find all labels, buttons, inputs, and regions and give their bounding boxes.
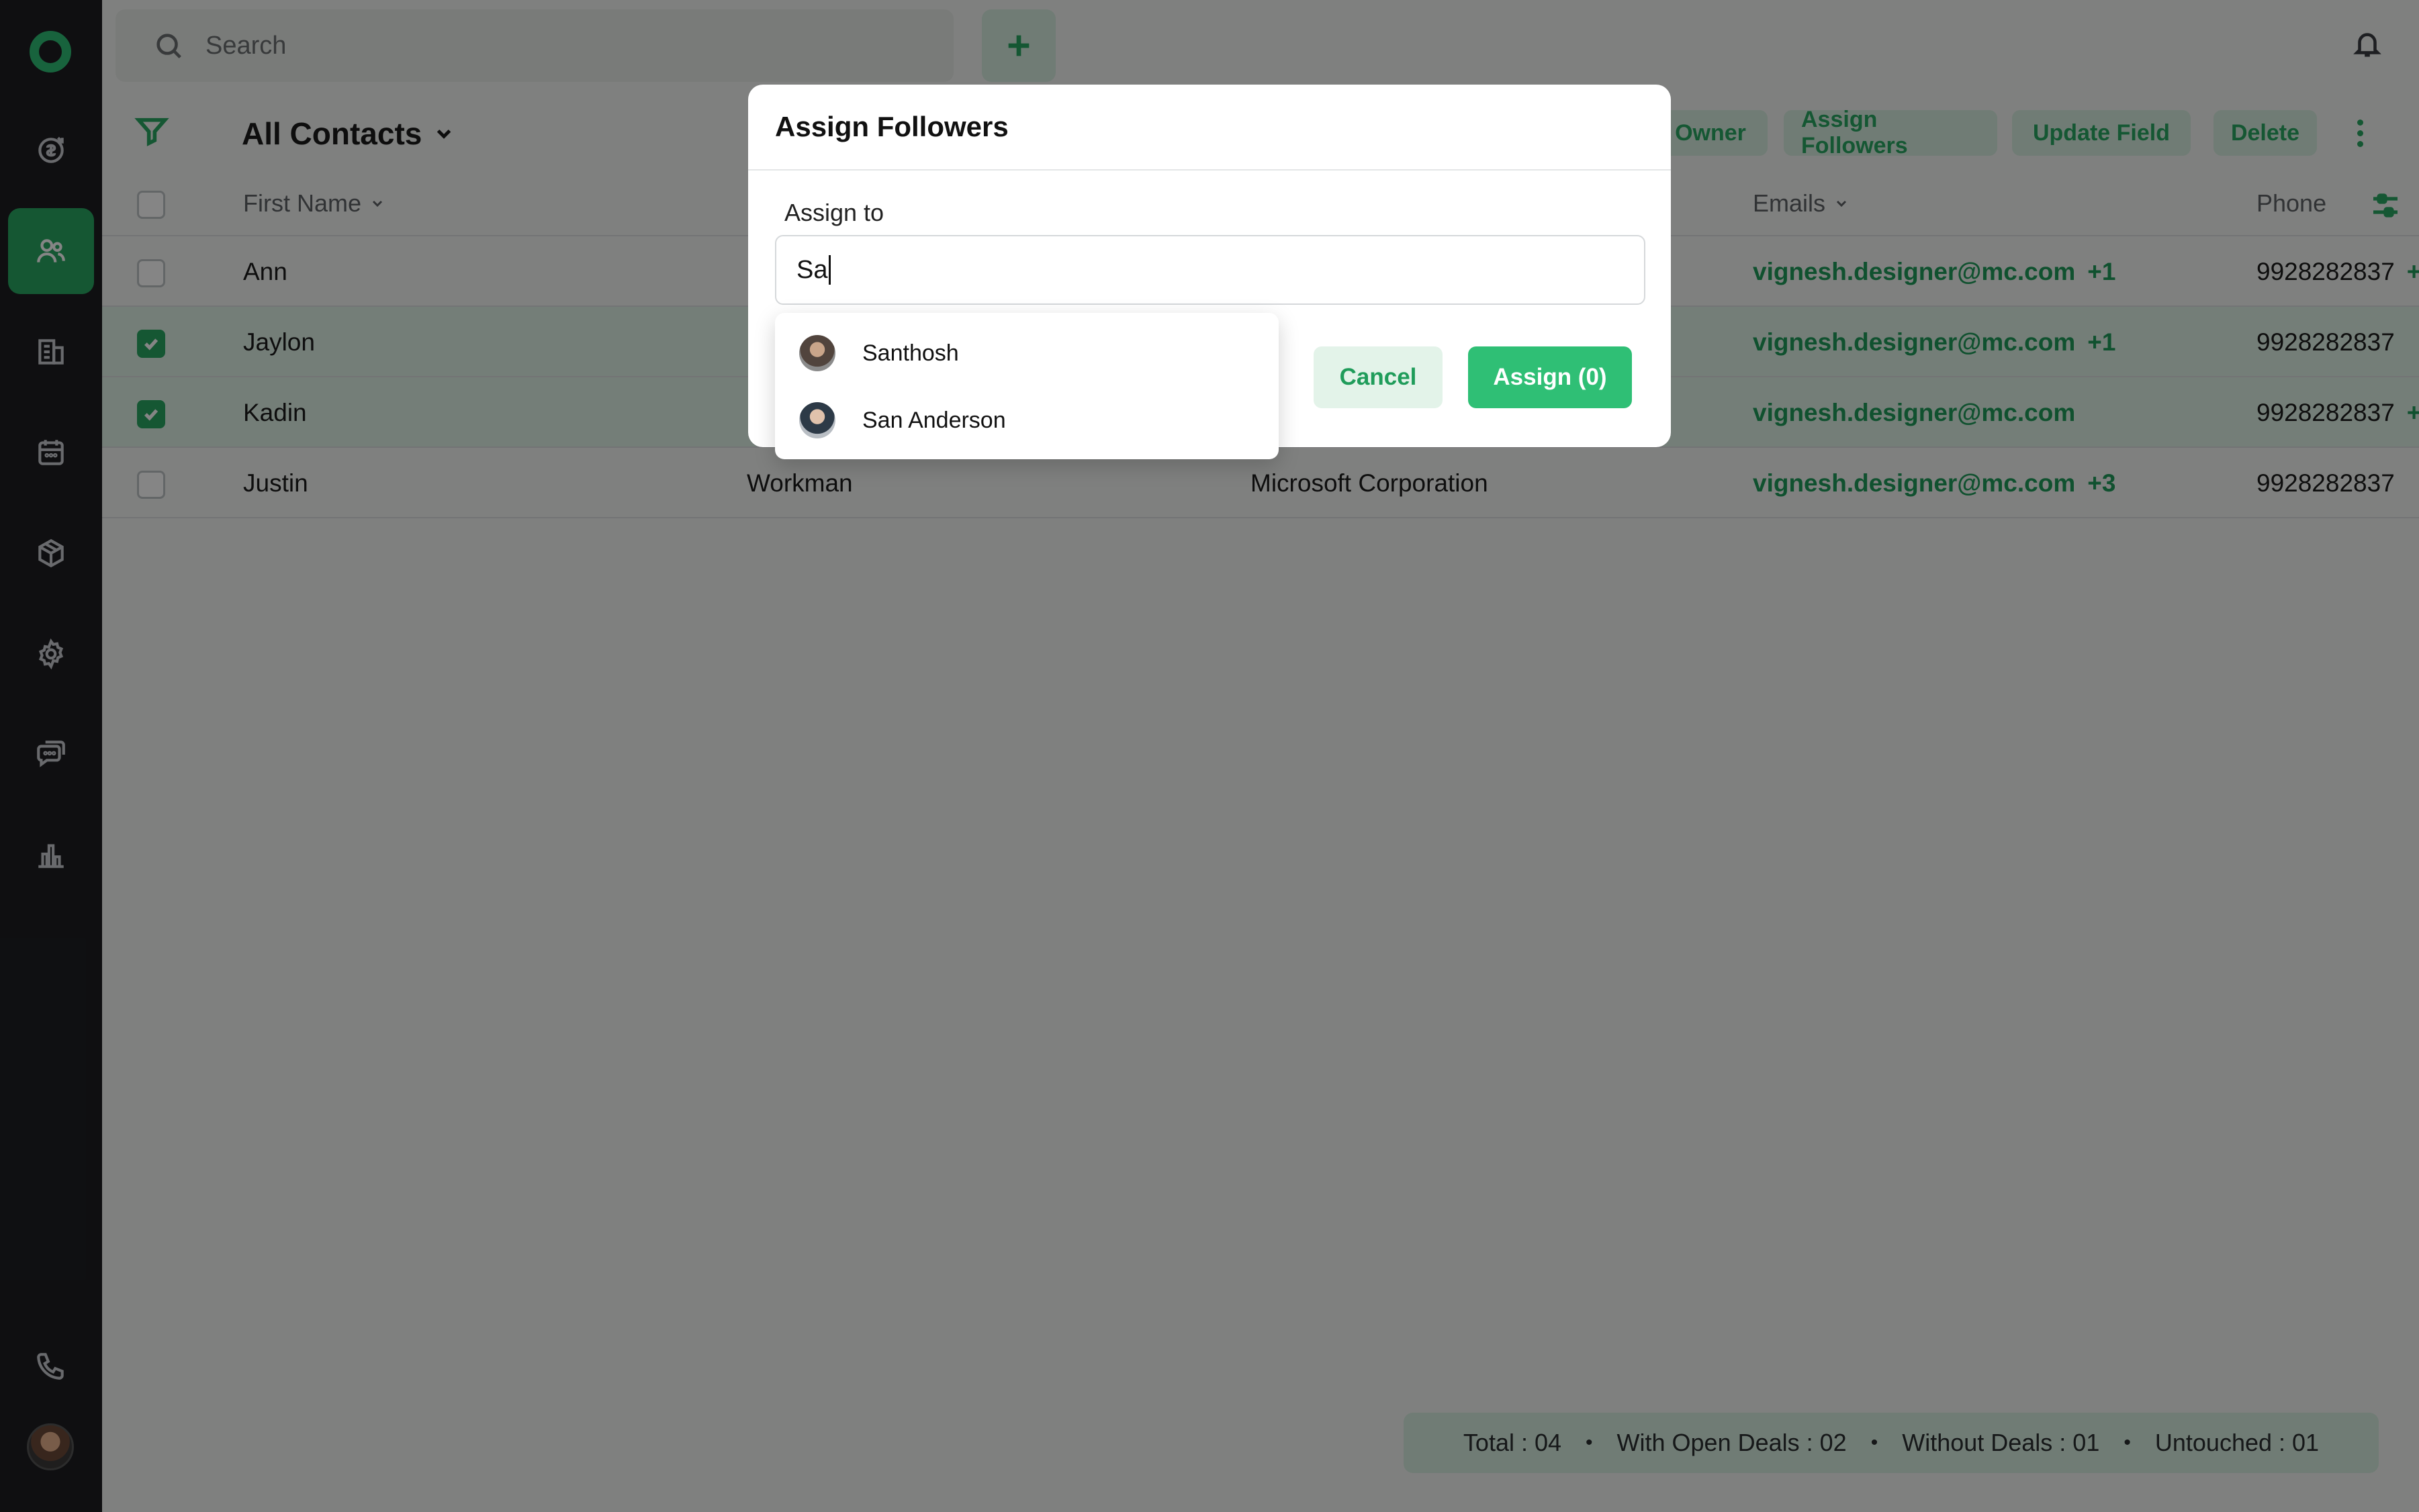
dialog-title: Assign Followers [748,85,1671,171]
assignee-suggestions: Santhosh San Anderson [775,313,1279,459]
assign-to-input[interactable]: Sa [775,235,1645,305]
suggestion-option[interactable]: Santhosh [799,333,959,373]
suggestion-name: Santhosh [862,340,959,366]
text-caret [829,255,831,285]
avatar [799,335,835,371]
assign-to-label: Assign to [784,199,884,226]
assign-to-value: Sa [796,255,828,284]
suggestion-name: San Anderson [862,407,1006,433]
avatar [799,402,835,438]
suggestion-option[interactable]: San Anderson [799,400,1006,440]
cancel-button[interactable]: Cancel [1314,346,1443,408]
assign-button[interactable]: Assign (0) [1468,346,1632,408]
